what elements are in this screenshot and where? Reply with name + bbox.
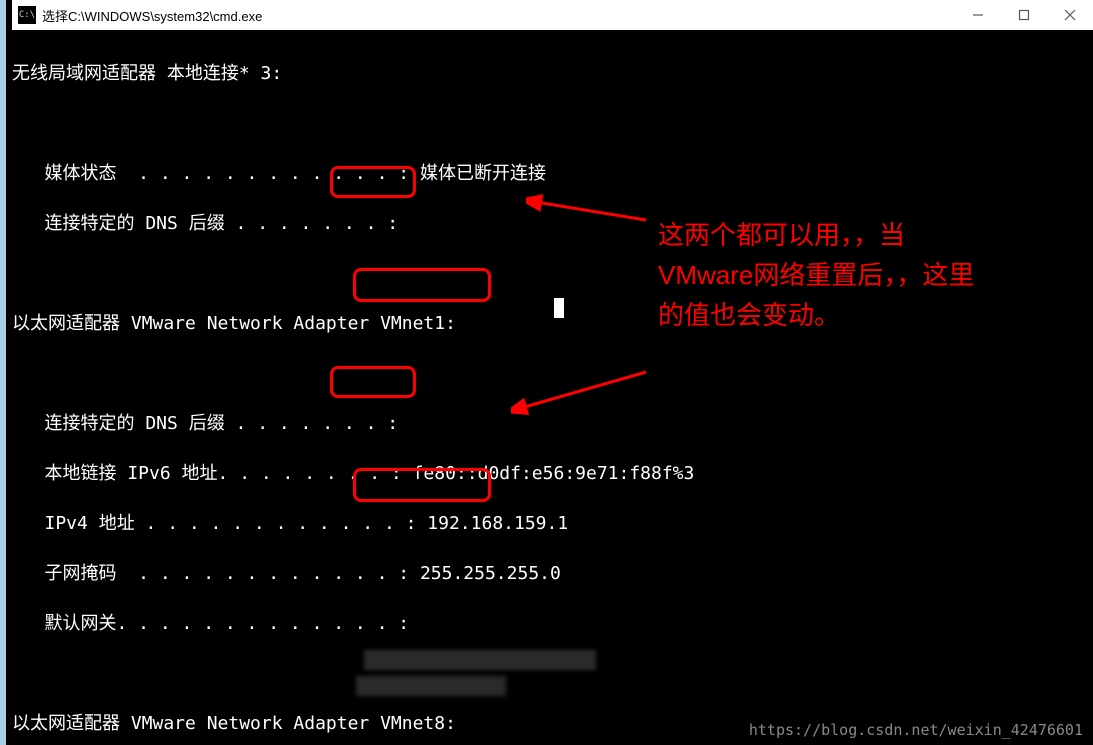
output-line: 连接特定的 DNS 后缀 . . . . . . . :: [12, 211, 1093, 236]
close-button[interactable]: [1047, 0, 1093, 30]
window-title: 选择C:\WINDOWS\system32\cmd.exe: [42, 6, 262, 25]
window-titlebar: C:\ 选择C:\WINDOWS\system32\cmd.exe: [12, 0, 1093, 30]
output-line: 无线局域网适配器 本地连接* 3:: [12, 61, 1093, 86]
output-line: 默认网关. . . . . . . . . . . . . :: [12, 611, 1093, 636]
redacted-block: [356, 676, 506, 696]
output-line: [12, 111, 1093, 136]
redacted-block: [364, 650, 596, 670]
watermark-text: https://blog.csdn.net/weixin_42476601: [749, 721, 1083, 739]
output-line: 连接特定的 DNS 后缀 . . . . . . . :: [12, 411, 1093, 436]
cmd-icon: C:\: [18, 6, 36, 24]
output-line: 本地链接 IPv6 地址. . . . . . . . : fe80::d0df…: [12, 461, 1093, 486]
output-line: 子网掩码 . . . . . . . . . . . . : 255.255.2…: [12, 561, 1093, 586]
text-cursor: [554, 298, 564, 318]
output-line: [12, 261, 1093, 286]
minimize-button[interactable]: [955, 0, 1001, 30]
output-line: IPv4 地址 . . . . . . . . . . . . : 192.16…: [12, 511, 1093, 536]
maximize-button[interactable]: [1001, 0, 1047, 30]
output-line: 以太网适配器 VMware Network Adapter VMnet1:: [12, 311, 1093, 336]
terminal-output[interactable]: 无线局域网适配器 本地连接* 3: 媒体状态 . . . . . . . . .…: [12, 30, 1093, 745]
output-line: 媒体状态 . . . . . . . . . . . . : 媒体已断开连接: [12, 161, 1093, 186]
output-line: [12, 361, 1093, 386]
